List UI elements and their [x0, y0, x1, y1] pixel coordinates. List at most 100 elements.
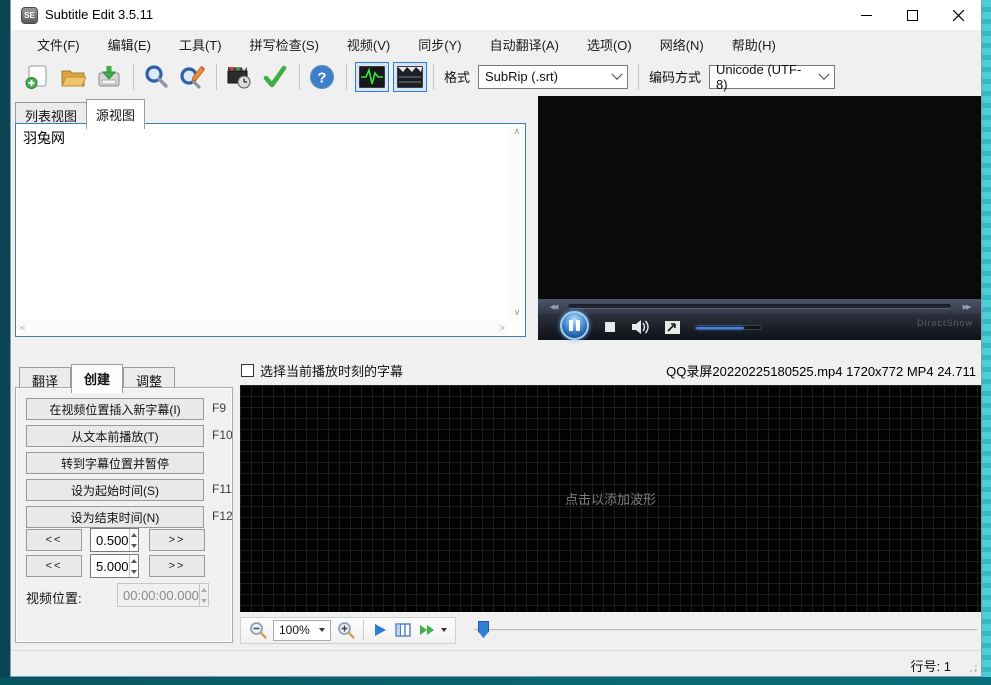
resize-grip[interactable] — [968, 663, 978, 673]
replace-button[interactable] — [178, 63, 206, 91]
video-position-value: 00:00:00.000 — [118, 584, 199, 606]
menu-edit[interactable]: 编辑(E) — [94, 30, 165, 59]
waveform-position-slider[interactable] — [474, 620, 981, 640]
spin-up-button[interactable] — [130, 555, 138, 566]
waveform-zoom-select[interactable]: 100% — [273, 620, 331, 641]
menu-tools[interactable]: 工具(T) — [165, 30, 236, 59]
maximize-button[interactable] — [889, 0, 935, 30]
video-toggle-button[interactable] — [393, 62, 427, 92]
select-current-subtitle-checkbox[interactable] — [241, 364, 254, 377]
set-start-time-fkey: F11 — [212, 482, 232, 496]
replace-icon — [179, 64, 205, 90]
toolbar-separator — [363, 620, 364, 640]
visual-sync-button[interactable] — [225, 63, 253, 91]
scroll-down-icon[interactable]: ∨ — [514, 308, 521, 317]
new-file-button[interactable] — [23, 63, 51, 91]
spinner-arrows — [129, 529, 138, 551]
nudge-fwd-large-button[interactable]: >> — [149, 555, 205, 577]
spin-up-button[interactable] — [130, 529, 138, 540]
menu-network[interactable]: 网络(N) — [646, 30, 718, 59]
slider-thumb[interactable] — [478, 621, 489, 638]
format-select[interactable]: SubRip (.srt) — [478, 65, 628, 89]
waveform-toggle-button[interactable] — [355, 62, 389, 92]
help-icon: ? — [309, 64, 335, 90]
menu-help[interactable]: 帮助(H) — [718, 30, 790, 59]
spin-down-button[interactable] — [130, 566, 138, 577]
waveform-play-button[interactable] — [372, 621, 388, 639]
seek-bar[interactable] — [568, 304, 951, 309]
toolbar-separator — [638, 64, 639, 90]
spin-down-button[interactable] — [200, 595, 208, 606]
set-end-time-button[interactable]: 设为结束时间(N) — [26, 506, 204, 528]
spell-check-icon — [262, 64, 288, 90]
tab-source-view[interactable]: 源视图 — [86, 99, 145, 129]
video-player[interactable]: ◀◀ ▶▶ DirectShow — [538, 96, 981, 340]
player-engine-label: DirectShow — [917, 318, 973, 328]
desktop-wallpaper-bottom — [0, 677, 991, 685]
close-icon — [953, 10, 964, 21]
status-bar: 行号: 1 — [11, 650, 981, 676]
seek-back-icon[interactable]: ◀◀ — [538, 303, 568, 311]
scroll-up-icon[interactable]: ∧ — [514, 127, 521, 136]
volume-icon[interactable] — [631, 319, 651, 335]
source-text-editor[interactable]: 羽兔网 ∧ ∨ < > — [15, 123, 526, 337]
format-label: 格式 — [444, 67, 470, 86]
encoding-select[interactable]: Unicode (UTF-8) — [709, 65, 835, 89]
pause-button[interactable] — [560, 311, 589, 340]
save-button[interactable] — [95, 63, 123, 91]
menu-sync[interactable]: 同步(Y) — [404, 30, 475, 59]
svg-text:?: ? — [317, 69, 326, 86]
encoding-value: Unicode (UTF-8) — [716, 62, 810, 92]
nudge-back-large-button[interactable]: << — [26, 555, 82, 577]
play-before-text-fkey: F10 — [212, 428, 233, 442]
menu-file[interactable]: 文件(F) — [23, 30, 94, 59]
menu-video[interactable]: 视频(V) — [333, 30, 404, 59]
close-button[interactable] — [935, 0, 981, 30]
find-button[interactable] — [142, 63, 170, 91]
insert-subtitle-button[interactable]: 在视频位置插入新字幕(I) — [26, 398, 204, 420]
zoom-in-button[interactable] — [337, 621, 355, 639]
video-position-spinner[interactable]: 00:00:00.000 — [117, 583, 209, 607]
editor-vertical-scrollbar[interactable]: ∧ ∨ — [509, 124, 525, 320]
spin-down-button[interactable] — [130, 540, 138, 551]
seek-forward-icon[interactable]: ▶▶ — [951, 303, 981, 311]
arrow-up-icon — [201, 588, 207, 592]
waveform-area[interactable]: 点击以添加波形 — [240, 385, 981, 612]
spinner-arrows — [199, 584, 208, 606]
editor-horizontal-scrollbar[interactable]: < > — [16, 320, 509, 336]
tab-create[interactable]: 创建 — [71, 364, 123, 393]
select-current-subtitle-label: 选择当前播放时刻的字幕 — [260, 361, 403, 380]
nudge-back-small-button[interactable]: << — [26, 529, 82, 551]
large-step-spinner[interactable]: 5.000 — [90, 554, 139, 578]
goto-subtitle-pause-button[interactable]: 转到字幕位置并暂停 — [26, 452, 204, 474]
menu-autotranslate[interactable]: 自动翻译(A) — [476, 30, 573, 59]
waveform-toolbar-row: 100% — [240, 616, 981, 644]
spinner-arrows — [129, 555, 138, 577]
spin-up-button[interactable] — [200, 584, 208, 595]
spell-check-button[interactable] — [261, 63, 289, 91]
zoom-out-button[interactable] — [249, 621, 267, 639]
scroll-left-icon[interactable]: < — [20, 324, 25, 333]
help-button[interactable]: ? — [308, 63, 336, 91]
volume-slider[interactable] — [694, 325, 762, 330]
find-icon — [143, 64, 169, 90]
show-columns-button[interactable] — [394, 621, 412, 639]
minimize-button[interactable] — [843, 0, 889, 30]
stop-button[interactable] — [605, 322, 615, 332]
set-end-time-fkey: F12 — [212, 509, 233, 523]
window-controls — [843, 0, 981, 30]
playback-speed-button[interactable] — [418, 621, 447, 639]
player-buttons-row — [538, 314, 981, 340]
fullscreen-icon[interactable] — [665, 321, 680, 334]
menu-spellcheck[interactable]: 拼写检查(S) — [236, 30, 333, 59]
scroll-right-icon[interactable]: > — [500, 324, 505, 333]
video-file-info: QQ录屏20220225180525.mp4 1720x772 MP4 24.7… — [666, 361, 976, 380]
play-before-text-button[interactable]: 从文本前播放(T) — [26, 425, 204, 447]
small-step-spinner[interactable]: 0.500 — [90, 528, 139, 552]
nudge-fwd-small-button[interactable]: >> — [149, 529, 205, 551]
small-step-value: 0.500 — [91, 529, 129, 551]
open-file-button[interactable] — [59, 63, 87, 91]
set-start-time-button[interactable]: 设为起始时间(S) — [26, 479, 204, 501]
desktop-wallpaper-right — [982, 0, 991, 685]
menu-options[interactable]: 选项(O) — [573, 30, 646, 59]
